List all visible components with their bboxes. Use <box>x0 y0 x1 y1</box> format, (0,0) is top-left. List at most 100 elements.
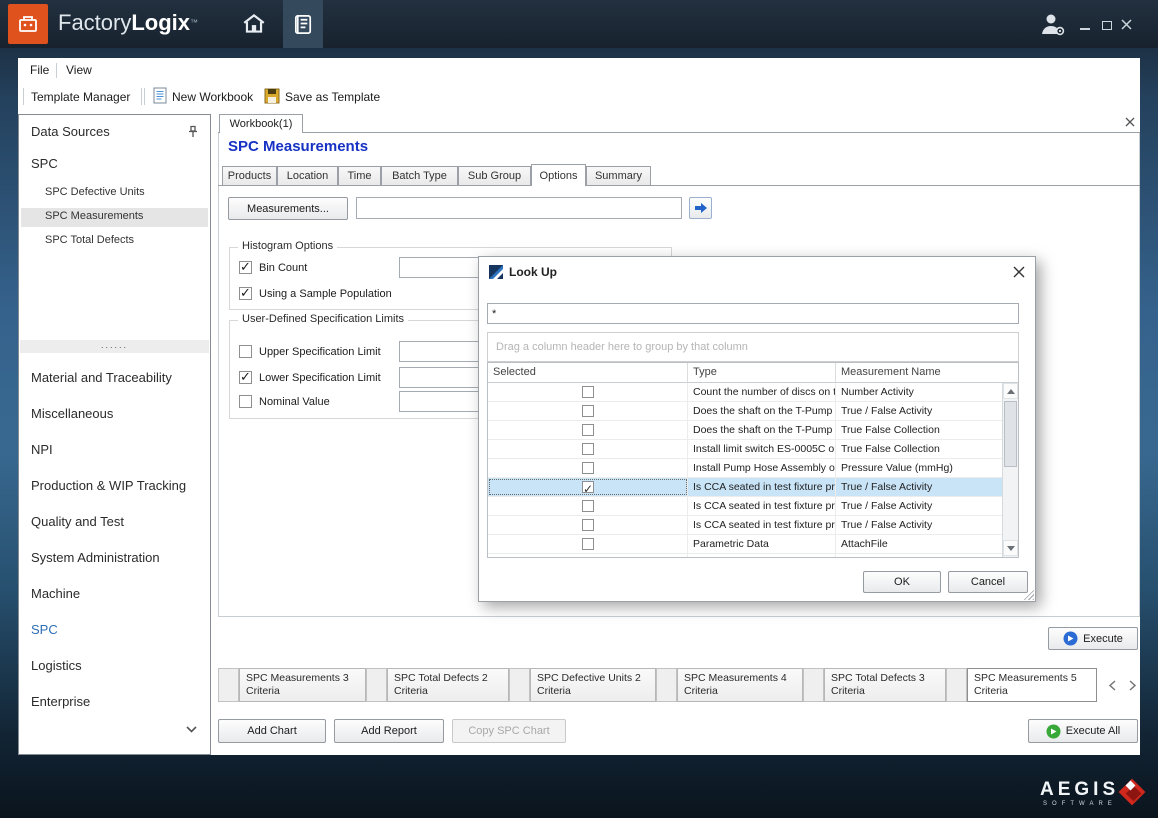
tab-location[interactable]: Location <box>277 166 338 185</box>
sidebar-section-logistics[interactable]: Logistics <box>31 658 82 673</box>
bin-count-label: Bin Count <box>259 262 307 275</box>
minimize-button[interactable] <box>1080 28 1090 30</box>
nominal-value-checkbox[interactable] <box>239 395 252 408</box>
sidebar-section-system-administration[interactable]: System Administration <box>31 550 160 565</box>
lookup-row[interactable]: Is CCA seated in test fixture pr... True… <box>488 516 1002 535</box>
close-workbook-button[interactable] <box>1125 117 1135 130</box>
criteria-tab-line2: Criteria <box>684 685 796 698</box>
tab-summary[interactable]: Summary <box>586 166 651 185</box>
sample-population-checkbox[interactable] <box>239 287 252 300</box>
lookup-row[interactable]: Install limit switch ES-0005C on... True… <box>488 440 1002 459</box>
lookup-grid-rows: Count the number of discs on t... Number… <box>488 383 1002 557</box>
tab-time[interactable]: Time <box>338 166 381 185</box>
maximize-button[interactable] <box>1102 21 1112 30</box>
sidebar-section-spc[interactable]: SPC <box>31 622 58 637</box>
row-measurement-name: True / False Activity <box>836 402 1002 420</box>
sidebar-section-npi[interactable]: NPI <box>31 442 53 457</box>
workbook-designer-button[interactable] <box>283 0 323 48</box>
add-report-button[interactable]: Add Report <box>334 719 444 743</box>
vertical-scrollbar[interactable] <box>1002 383 1018 557</box>
lookup-row[interactable]: Install Pump Hose Assembly on... Pressur… <box>488 459 1002 478</box>
row-measurement-name: AttachFile <box>836 535 1002 553</box>
row-checkbox[interactable] <box>582 443 594 455</box>
template-manager-button[interactable]: Template Manager <box>31 90 130 104</box>
execute-all-button[interactable]: Execute All <box>1028 719 1138 743</box>
save-as-template-button[interactable]: Save as Template <box>285 90 380 104</box>
lookup-filter-input[interactable] <box>487 303 1019 324</box>
row-checkbox[interactable] <box>582 424 594 436</box>
tab-scroll-left-button[interactable] <box>1104 676 1120 694</box>
column-header-selected[interactable]: Selected <box>488 363 688 383</box>
scrollbar-thumb[interactable] <box>1004 401 1017 467</box>
row-checkbox[interactable] <box>582 538 594 550</box>
close-window-button[interactable] <box>1121 19 1132 33</box>
sidebar-section-enterprise[interactable]: Enterprise <box>31 694 90 709</box>
sidebar-splitter[interactable]: ...... <box>20 340 209 353</box>
tab-batch-type[interactable]: Batch Type <box>381 166 458 185</box>
sidebar-section-production-wip[interactable]: Production & WIP Tracking <box>31 478 186 493</box>
home-button[interactable] <box>241 11 267 40</box>
bin-count-checkbox[interactable] <box>239 261 252 274</box>
criteria-tab-spc-total-defects-3[interactable]: SPC Total Defects 3 Criteria <box>824 668 946 702</box>
menu-view[interactable]: View <box>60 61 98 79</box>
lookup-dialog-icon <box>489 265 503 282</box>
lookup-row[interactable]: Parametric Data AttachFile <box>488 535 1002 554</box>
chevron-down-icon[interactable] <box>185 725 198 737</box>
lookup-close-button[interactable] <box>1013 266 1025 281</box>
row-checkbox[interactable] <box>582 500 594 512</box>
user-settings-button[interactable] <box>1038 10 1066 41</box>
sidebar-section-material-traceability[interactable]: Material and Traceability <box>31 370 172 385</box>
row-measurement-name: True / False Activity <box>836 497 1002 515</box>
criteria-tab-spc-measurements-5[interactable]: SPC Measurements 5 Criteria <box>967 668 1097 702</box>
new-workbook-button[interactable]: New Workbook <box>172 90 253 104</box>
criteria-tab-spc-total-defects-2[interactable]: SPC Total Defects 2 Criteria <box>387 668 509 702</box>
cancel-button[interactable]: Cancel <box>948 571 1028 593</box>
pin-icon[interactable] <box>187 125 199 141</box>
criteria-tab-spc-measurements-3[interactable]: SPC Measurements 3 Criteria <box>239 668 366 702</box>
criteria-tab-line1: SPC Measurements 3 <box>246 672 359 685</box>
sidebar-group-spc[interactable]: SPC <box>31 156 58 171</box>
group-by-drop-zone[interactable]: Drag a column header here to group by th… <box>487 332 1019 362</box>
lookup-row-partial[interactable] <box>488 554 1002 557</box>
row-checkbox[interactable] <box>582 481 594 493</box>
sidebar-section-miscellaneous[interactable]: Miscellaneous <box>31 406 113 421</box>
tab-products[interactable]: Products <box>222 166 277 185</box>
add-chart-button[interactable]: Add Chart <box>218 719 326 743</box>
lookup-row[interactable]: Does the shaft on the T-Pump ... True Fa… <box>488 421 1002 440</box>
measurements-button[interactable]: Measurements... <box>228 197 348 220</box>
row-checkbox[interactable] <box>582 462 594 474</box>
menu-file[interactable]: File <box>24 61 55 79</box>
sidebar-section-quality-test[interactable]: Quality and Test <box>31 514 124 529</box>
tab-scroll-right-button[interactable] <box>1124 676 1140 694</box>
upper-spec-limit-checkbox[interactable] <box>239 345 252 358</box>
tab-workbook-1[interactable]: Workbook(1) <box>219 114 303 133</box>
aegis-app-logo <box>8 4 48 44</box>
column-header-type[interactable]: Type <box>688 363 836 383</box>
workbook-icon <box>292 13 315 36</box>
copy-spc-chart-button[interactable]: Copy SPC Chart <box>452 719 566 743</box>
lookup-row[interactable]: Count the number of discs on t... Number… <box>488 383 1002 402</box>
sidebar-item-spc-total-defects[interactable]: SPC Total Defects <box>45 234 195 246</box>
criteria-tab-spc-defective-units-2[interactable]: SPC Defective Units 2 Criteria <box>530 668 656 702</box>
lookup-row[interactable]: Does the shaft on the T-Pump ... True / … <box>488 402 1002 421</box>
tab-sub-group[interactable]: Sub Group <box>458 166 531 185</box>
measurement-input[interactable] <box>356 197 682 219</box>
ok-button[interactable]: OK <box>863 571 941 593</box>
scroll-down-button[interactable] <box>1003 540 1018 556</box>
go-button[interactable] <box>689 197 712 219</box>
scroll-up-button[interactable] <box>1003 383 1018 399</box>
criteria-tab-line1: SPC Measurements 4 <box>684 672 796 685</box>
criteria-tab-spc-measurements-4[interactable]: SPC Measurements 4 Criteria <box>677 668 803 702</box>
row-checkbox[interactable] <box>582 386 594 398</box>
execute-button[interactable]: Execute <box>1048 627 1138 650</box>
tab-options[interactable]: Options <box>531 164 586 186</box>
row-checkbox[interactable] <box>582 405 594 417</box>
lookup-row[interactable]: Is CCA seated in test fixture pr... True… <box>488 497 1002 516</box>
lower-spec-limit-checkbox[interactable] <box>239 371 252 384</box>
lookup-row-selected[interactable]: Is CCA seated in test fixture pr... True… <box>488 478 1002 497</box>
sidebar-item-spc-defective-units[interactable]: SPC Defective Units <box>45 186 195 198</box>
sidebar-section-machine[interactable]: Machine <box>31 586 80 601</box>
column-header-measurement-name[interactable]: Measurement Name <box>836 363 1018 383</box>
row-checkbox[interactable] <box>582 519 594 531</box>
sidebar-item-spc-measurements[interactable]: SPC Measurements <box>45 210 195 222</box>
